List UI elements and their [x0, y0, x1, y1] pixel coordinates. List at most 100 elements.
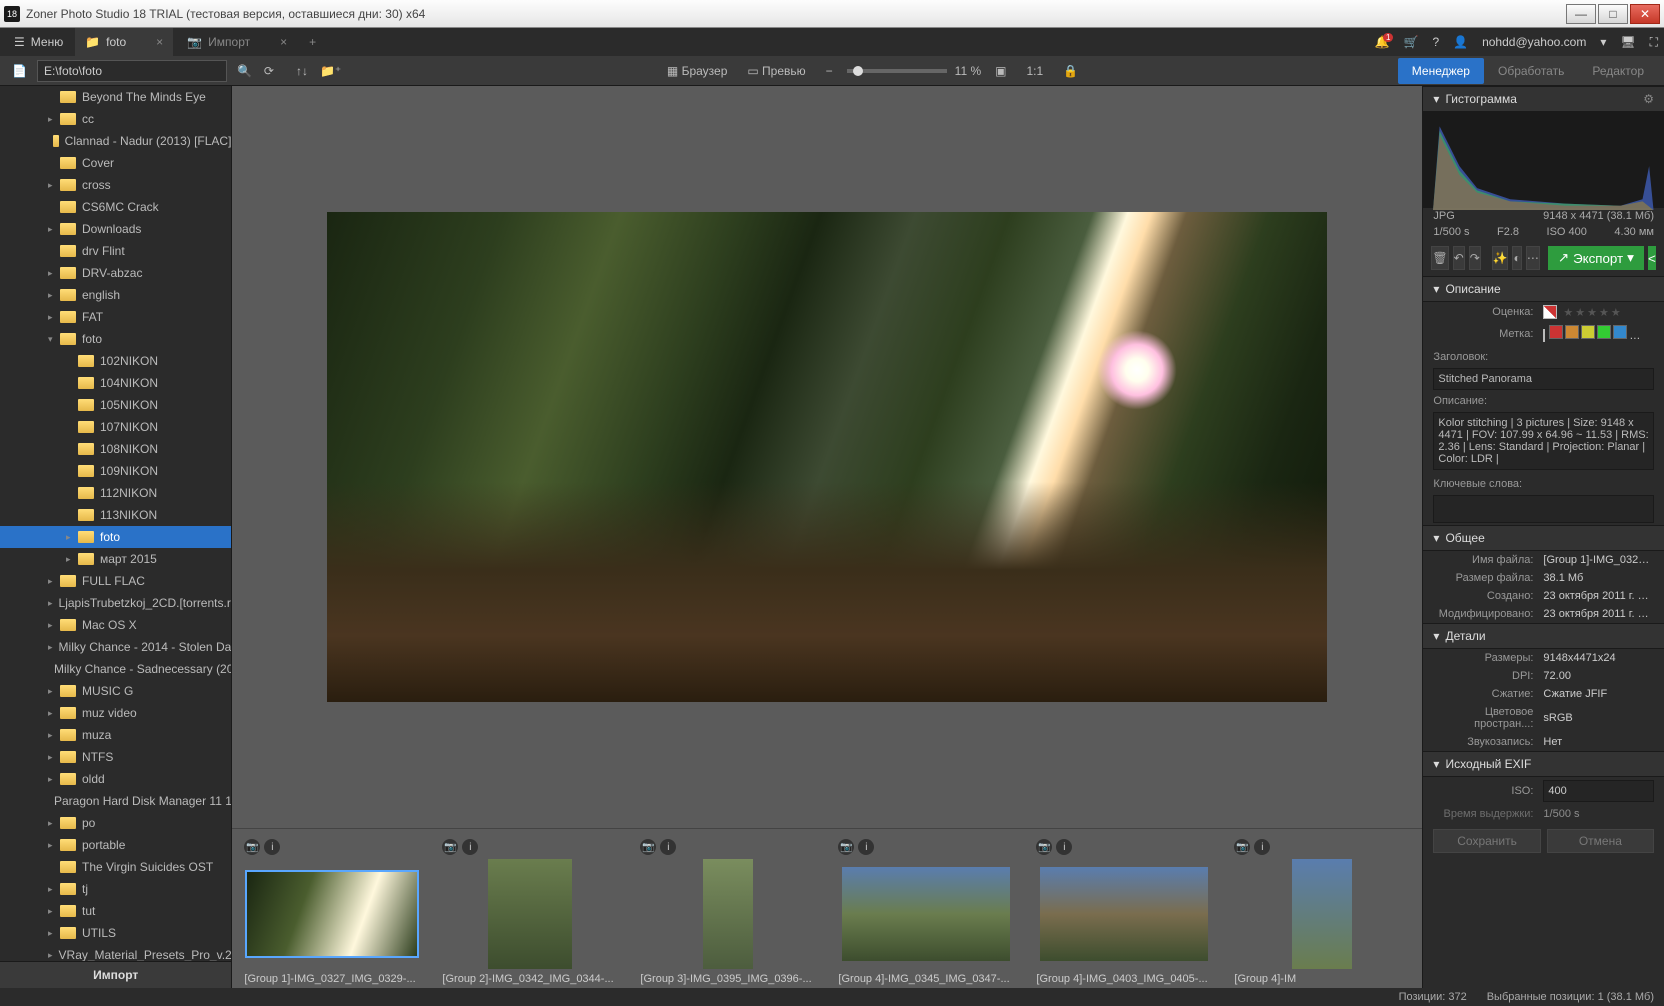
help-icon[interactable]: ?: [1432, 35, 1439, 49]
tree-item[interactable]: ▸oldd: [0, 768, 231, 790]
tree-item[interactable]: ▸foto: [0, 526, 231, 548]
editor-tab[interactable]: Редактор: [1578, 58, 1658, 84]
menu-button[interactable]: ☰ Меню: [6, 31, 71, 53]
account-label[interactable]: nohdd@yahoo.com: [1482, 35, 1586, 49]
thumbnail[interactable]: 📷i[Group 4]-IM: [1234, 839, 1410, 985]
tree-item[interactable]: Cover: [0, 152, 231, 174]
refresh-icon[interactable]: ⟳: [258, 60, 280, 82]
expand-icon[interactable]: ▸: [66, 532, 78, 543]
tree-item[interactable]: ▸NTFS: [0, 746, 231, 768]
color-swatch[interactable]: [1645, 325, 1654, 339]
new-tab-button[interactable]: +: [301, 28, 324, 56]
zoom-slider[interactable]: [847, 69, 947, 73]
tree-item[interactable]: 108NIKON: [0, 438, 231, 460]
adjust-icon[interactable]: ◐: [1512, 246, 1521, 270]
tree-item[interactable]: ▸DRV-abzac: [0, 262, 231, 284]
color-swatch[interactable]: [1597, 325, 1611, 339]
info-icon[interactable]: i: [1056, 839, 1072, 855]
description-header[interactable]: ▾ Описание: [1423, 276, 1664, 302]
expand-icon[interactable]: ▸: [48, 840, 60, 851]
import-button[interactable]: Импорт: [0, 961, 231, 988]
export-button[interactable]: ↗ Экспорт ▾: [1548, 246, 1644, 270]
tree-item[interactable]: Paragon Hard Disk Manager 11 10.0...: [0, 790, 231, 812]
expand-icon[interactable]: ▸: [48, 576, 60, 587]
search-icon[interactable]: 🔍: [231, 60, 258, 82]
sort-button[interactable]: ↑↓: [290, 60, 314, 82]
notifications-icon[interactable]: 🔔1: [1375, 35, 1390, 49]
thumbnail[interactable]: 📷i[Group 1]-IMG_0327_IMG_0329-...: [244, 839, 420, 985]
tree-item[interactable]: ▸UTILS: [0, 922, 231, 944]
browser-view-button[interactable]: ▦ Браузер: [661, 60, 733, 82]
tree-item[interactable]: ▸MUSIC G: [0, 680, 231, 702]
tree-item[interactable]: drv Flint: [0, 240, 231, 262]
tree-item[interactable]: ▸po: [0, 812, 231, 834]
thumbnail[interactable]: 📷i[Group 2]-IMG_0342_IMG_0344-...: [442, 839, 618, 985]
path-input[interactable]: E:\foto\foto: [37, 60, 227, 82]
tree-item[interactable]: 113NIKON: [0, 504, 231, 526]
tree-item[interactable]: Milky Chance - Sadnecessary (2013): [0, 658, 231, 680]
monitor-icon[interactable]: 🖥: [1620, 35, 1635, 49]
expand-icon[interactable]: ▸: [48, 928, 60, 939]
tab-import[interactable]: 📷 Импорт ×: [177, 28, 297, 56]
tree-item[interactable]: ▸FULL FLAC: [0, 570, 231, 592]
up-folder-button[interactable]: 📄: [6, 60, 33, 82]
chevron-down-icon[interactable]: ▾: [1600, 35, 1606, 49]
tree-item[interactable]: ▸cc: [0, 108, 231, 130]
save-button[interactable]: Сохранить: [1433, 829, 1540, 853]
tree-item[interactable]: Clannad - Nadur (2013) [FLAC]: [0, 130, 231, 152]
info-icon[interactable]: i: [858, 839, 874, 855]
details-header[interactable]: ▾ Детали: [1423, 623, 1664, 649]
process-tab[interactable]: Обработать: [1484, 58, 1578, 84]
expand-icon[interactable]: ▸: [48, 774, 60, 785]
tree-item[interactable]: ▸FAT: [0, 306, 231, 328]
close-icon[interactable]: ×: [156, 35, 163, 49]
actual-size-icon[interactable]: 1:1: [1020, 60, 1049, 82]
cancel-button[interactable]: Отмена: [1547, 829, 1654, 853]
expand-icon[interactable]: ▸: [48, 730, 60, 741]
color-swatch[interactable]: [1565, 325, 1579, 339]
expand-icon[interactable]: ▸: [48, 224, 60, 235]
wand-icon[interactable]: ✨: [1492, 246, 1509, 270]
gear-icon[interactable]: ⚙: [1643, 92, 1654, 106]
expand-icon[interactable]: ▾: [48, 334, 60, 345]
tree-item[interactable]: ▸Milky Chance - 2014 - Stolen Dance...: [0, 636, 231, 658]
expand-icon[interactable]: ▸: [66, 554, 78, 565]
common-header[interactable]: ▾ Общее: [1423, 525, 1664, 551]
expand-icon[interactable]: ▸: [48, 312, 60, 323]
delete-icon[interactable]: 🗑: [1431, 246, 1448, 270]
tree-item[interactable]: 112NIKON: [0, 482, 231, 504]
zoom-out-icon[interactable]: −: [820, 60, 839, 82]
tree-item[interactable]: ▸muza: [0, 724, 231, 746]
title-input[interactable]: Stitched Panorama: [1433, 368, 1654, 390]
rating-stars[interactable]: ★★★★★: [1563, 306, 1622, 319]
rating-reset[interactable]: [1543, 305, 1557, 319]
tab-foto[interactable]: 📁 foto ×: [75, 28, 173, 56]
tree-item[interactable]: ▸tut: [0, 900, 231, 922]
tree-item[interactable]: Beyond The Minds Eye: [0, 86, 231, 108]
fit-icon[interactable]: ▣: [989, 60, 1012, 82]
preview-view-button[interactable]: ▭ Превью: [741, 60, 811, 82]
expand-icon[interactable]: ▸: [48, 884, 60, 895]
histogram-header[interactable]: ▾ Гистограмма ⚙: [1423, 86, 1664, 112]
tree-item[interactable]: ▸Mac OS X: [0, 614, 231, 636]
info-icon[interactable]: i: [1254, 839, 1270, 855]
info-icon[interactable]: i: [264, 839, 280, 855]
share-button[interactable]: <: [1648, 246, 1656, 270]
minimize-button[interactable]: —: [1566, 4, 1596, 24]
expand-icon[interactable]: ▸: [48, 686, 60, 697]
expand-icon[interactable]: ▸: [48, 114, 60, 125]
exif-header[interactable]: ▾ Исходный EXIF: [1423, 751, 1664, 777]
tree-item[interactable]: ▸muz video: [0, 702, 231, 724]
more-icon[interactable]: ⋯: [1526, 246, 1540, 270]
tree-item[interactable]: ▸Downloads: [0, 218, 231, 240]
expand-icon[interactable]: ▸: [48, 752, 60, 763]
color-swatch[interactable]: [1549, 325, 1563, 339]
filmstrip[interactable]: 📷i[Group 1]-IMG_0327_IMG_0329-...📷i[Grou…: [232, 828, 1422, 988]
tree-item[interactable]: ▸LjapisTrubetzkoj_2CD.[torrents.ru]: [0, 592, 231, 614]
thumbnail[interactable]: 📷i[Group 3]-IMG_0395_IMG_0396-...: [640, 839, 816, 985]
thumbnail[interactable]: 📷i[Group 4]-IMG_0403_IMG_0405-...: [1036, 839, 1212, 985]
tree-item[interactable]: ▸english: [0, 284, 231, 306]
rotate-right-icon[interactable]: ↷: [1469, 246, 1481, 270]
description-input[interactable]: Kolor stitching | 3 pictures | Size: 914…: [1433, 412, 1654, 470]
expand-icon[interactable]: ▸: [48, 642, 53, 653]
